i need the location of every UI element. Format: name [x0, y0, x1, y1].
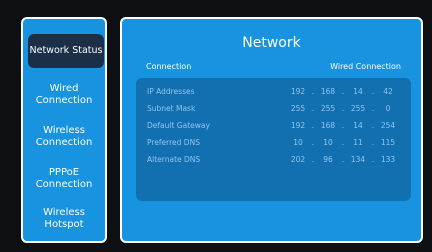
sidebar-item-wireless-hotspot[interactable]: Wireless Hotspot [23, 207, 105, 231]
table-row-preferred-dns: Preferred DNS 10 . 10 . 11 . 115 [136, 137, 411, 148]
sidebar-item-label: Wired Connection [35, 83, 93, 106]
row-label: Alternate DNS [147, 155, 201, 164]
row-label: Subnet Mask [147, 104, 196, 113]
octet-1: 10 [293, 138, 303, 147]
sidebar-item-network-status[interactable]: Network Status [28, 34, 104, 68]
table-row-default-gateway: Default Gateway 192 . 168 . 14 . 254 [136, 120, 411, 131]
octet-2: 96 [323, 155, 333, 164]
network-panel: Network Connection Wired Connection IP A… [120, 17, 423, 243]
octet-4: 0 [385, 104, 391, 113]
connection-header: Connection [146, 62, 192, 71]
connection-type-value: Wired Connection [330, 62, 401, 71]
octet-1: 192 [290, 87, 306, 96]
sidebar-item-pppoe-connection[interactable]: PPPoE Connection [23, 167, 105, 191]
sidebar-item-wireless-connection[interactable]: Wireless Connection [23, 125, 105, 149]
row-label: IP Addresses [147, 87, 195, 96]
sidebar-item-label: Wireless Hotspot [43, 207, 85, 230]
sidebar: Network Status Wired Connection Wireless… [21, 17, 107, 243]
octet-4: 115 [380, 138, 396, 147]
octet-3: 134 [350, 155, 366, 164]
octet-2: 168 [320, 87, 336, 96]
octet-4: 133 [380, 155, 396, 164]
octet-1: 192 [290, 121, 306, 130]
octet-3: 14 [353, 87, 363, 96]
octet-3: 255 [350, 104, 366, 113]
octet-2: 255 [320, 104, 336, 113]
table-row-alternate-dns: Alternate DNS 202 . 96 . 134 . 133 [136, 154, 411, 165]
row-label: Default Gateway [147, 121, 210, 130]
page-title: Network [242, 35, 301, 51]
table-row-ip-addresses: IP Addresses 192 . 168 . 14 . 42 [136, 86, 411, 97]
sidebar-item-label: PPPoE Connection [35, 167, 93, 190]
octet-1: 202 [290, 155, 306, 164]
table-row-subnet-mask: Subnet Mask 255 . 255 . 255 . 0 [136, 103, 411, 114]
octet-2: 168 [320, 121, 336, 130]
network-info-table: IP Addresses 192 . 168 . 14 . 42 Subnet … [136, 78, 411, 201]
row-label: Preferred DNS [147, 138, 200, 147]
octet-4: 254 [380, 121, 396, 130]
octet-3: 11 [353, 138, 363, 147]
sidebar-item-wired-connection[interactable]: Wired Connection [23, 83, 105, 107]
sidebar-item-label: Network Status [29, 45, 103, 56]
octet-1: 255 [290, 104, 306, 113]
octet-2: 10 [323, 138, 333, 147]
octet-3: 14 [353, 121, 363, 130]
octet-4: 42 [383, 87, 393, 96]
sidebar-item-label: Wireless Connection [35, 125, 93, 148]
